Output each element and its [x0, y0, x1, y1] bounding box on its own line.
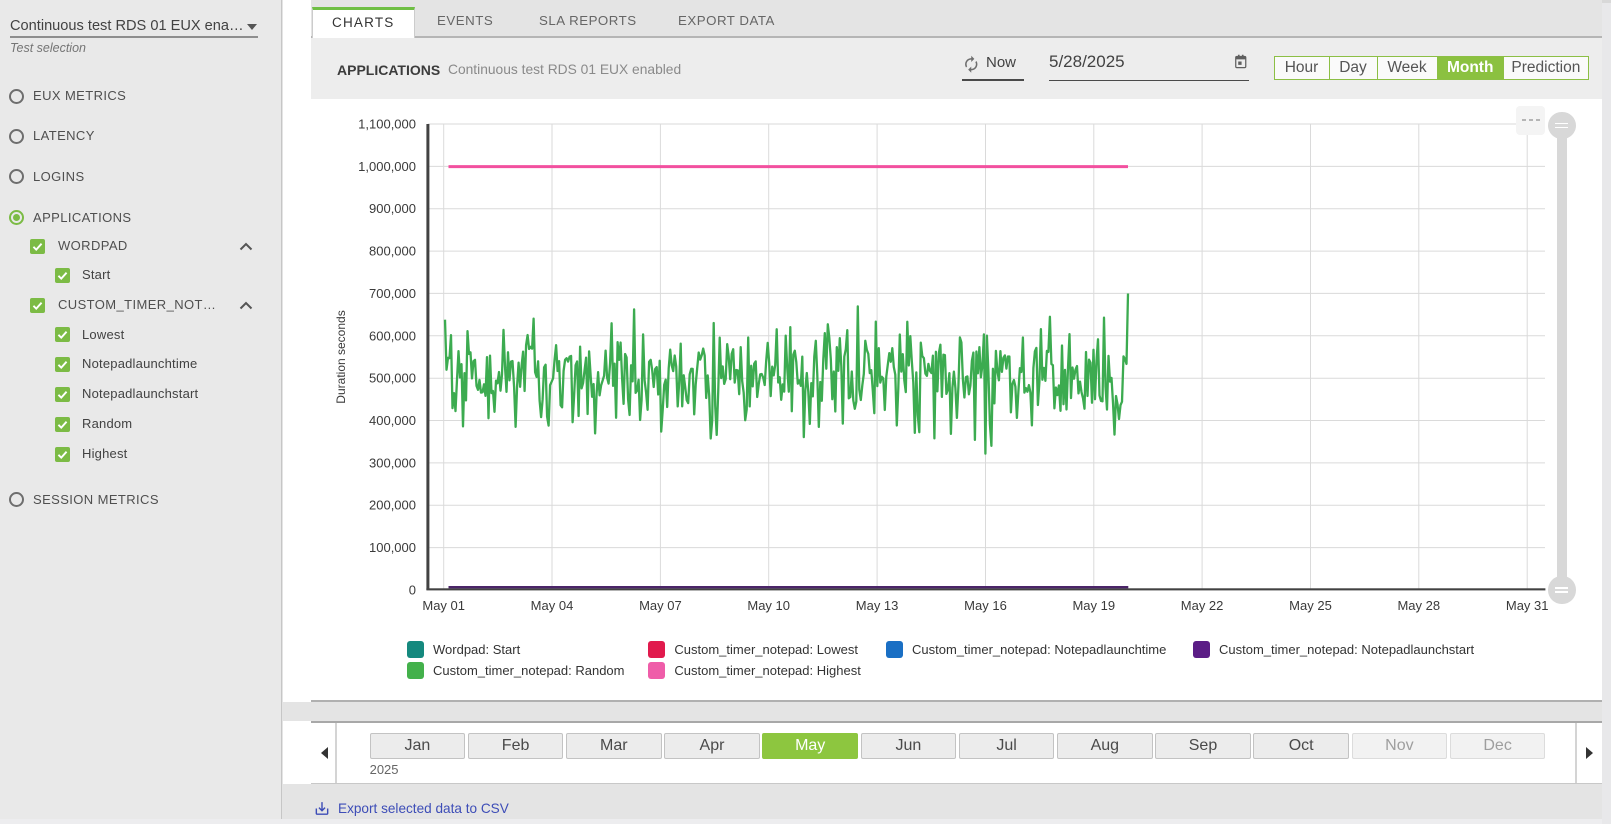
svg-text:600,000: 600,000	[369, 328, 416, 343]
svg-text:May 31: May 31	[1506, 598, 1549, 613]
svg-text:700,000: 700,000	[369, 286, 416, 301]
svg-text:May 28: May 28	[1397, 598, 1440, 613]
svg-text:300,000: 300,000	[369, 455, 416, 470]
svg-text:May 22: May 22	[1181, 598, 1224, 613]
svg-text:May 13: May 13	[856, 598, 899, 613]
svg-text:1,000,000: 1,000,000	[358, 159, 416, 174]
svg-text:1,100,000: 1,100,000	[358, 117, 416, 132]
svg-text:200,000: 200,000	[369, 498, 416, 513]
svg-text:900,000: 900,000	[369, 201, 416, 216]
svg-text:0: 0	[409, 583, 416, 598]
svg-text:May 07: May 07	[639, 598, 682, 613]
svg-text:May 01: May 01	[422, 598, 465, 613]
svg-text:500,000: 500,000	[369, 371, 416, 386]
svg-text:800,000: 800,000	[369, 244, 416, 259]
svg-text:100,000: 100,000	[369, 540, 416, 555]
svg-text:May 04: May 04	[531, 598, 574, 613]
svg-text:May 16: May 16	[964, 598, 1007, 613]
svg-text:May 25: May 25	[1289, 598, 1332, 613]
svg-text:May 19: May 19	[1072, 598, 1115, 613]
svg-text:May 10: May 10	[747, 598, 790, 613]
svg-text:400,000: 400,000	[369, 413, 416, 428]
svg-text:Duration seconds: Duration seconds	[334, 310, 348, 403]
